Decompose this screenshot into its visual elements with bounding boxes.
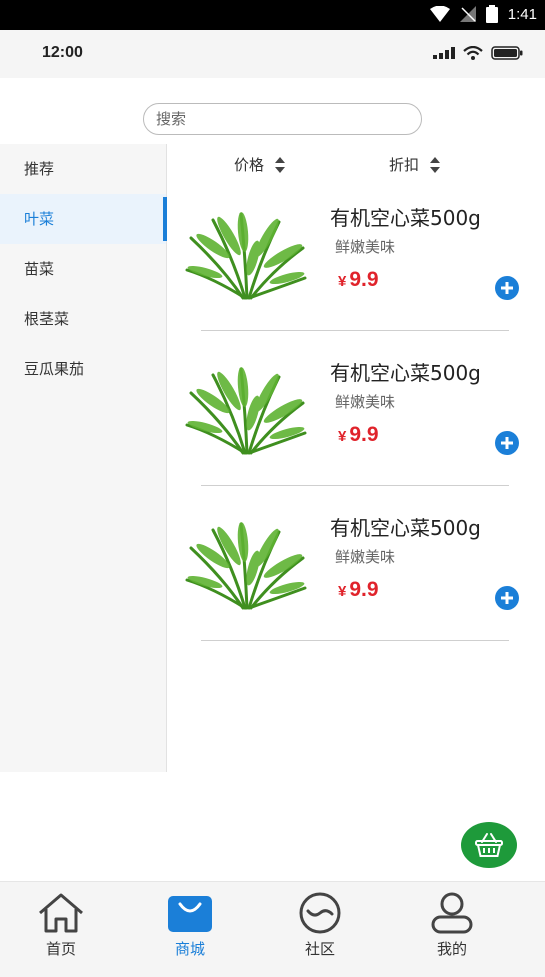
search-input[interactable]: [144, 104, 421, 134]
product-desc: 鲜嫩美味: [335, 238, 396, 256]
price-value: 9.9: [349, 268, 379, 291]
wifi-icon: [429, 6, 450, 22]
sort-bar: 价格 折扣: [167, 144, 545, 186]
add-to-cart-icon[interactable]: [494, 585, 520, 611]
product-desc: 鲜嫩美味: [335, 548, 396, 566]
basket-icon: [475, 833, 503, 857]
sort-price-button[interactable]: 价格: [234, 154, 286, 175]
shopping-bag-icon: [168, 896, 212, 932]
tab-home[interactable]: 首页: [16, 892, 106, 959]
system-time: 1:41: [507, 5, 537, 23]
product-card[interactable]: 有机空心菜500g 鲜嫩美味 ¥9.9: [183, 508, 528, 663]
tab-community[interactable]: 社区: [275, 892, 365, 959]
tab-shop[interactable]: 商城: [145, 892, 235, 959]
product-desc: 鲜嫩美味: [335, 393, 396, 411]
app-status-bar: 12:00: [0, 30, 545, 78]
sort-price-label: 价格: [234, 156, 265, 174]
sidebar-item-leafy[interactable]: 叶菜: [0, 194, 167, 244]
app-status-time: 12:00: [42, 44, 83, 61]
divider: [201, 330, 509, 331]
sidebar-item-sprouts[interactable]: 苗菜: [0, 244, 166, 294]
system-status-bar: 1:41: [0, 0, 545, 30]
home-icon: [39, 893, 83, 933]
product-price: ¥9.9: [338, 268, 379, 292]
add-to-cart-icon[interactable]: [494, 275, 520, 301]
product-price: ¥9.9: [338, 423, 379, 447]
category-sidebar: 推荐 叶菜 苗菜 根茎菜 豆瓜果茄: [0, 144, 167, 772]
divider: [201, 640, 509, 641]
add-to-cart-icon[interactable]: [494, 430, 520, 456]
currency-symbol: ¥: [338, 583, 347, 600]
currency-symbol: ¥: [338, 428, 347, 445]
price-value: 9.9: [349, 423, 379, 446]
community-icon: [299, 892, 341, 934]
search-area: [0, 78, 545, 144]
sidebar-item-label: 叶菜: [24, 210, 55, 228]
divider: [201, 485, 509, 486]
product-name: 有机空心菜500g: [330, 206, 481, 230]
product-image: [185, 212, 307, 300]
search-box[interactable]: [143, 103, 422, 135]
sidebar-item-label: 豆瓜果茄: [24, 360, 85, 378]
wifi-icon: [463, 46, 483, 60]
battery-icon: [491, 46, 523, 60]
tab-label: 商城: [174, 940, 205, 958]
sidebar-item-roots[interactable]: 根茎菜: [0, 294, 166, 344]
sort-arrows-icon: [275, 156, 286, 173]
price-value: 9.9: [349, 578, 379, 601]
sidebar-item-label: 苗菜: [24, 260, 55, 278]
bottom-tab-bar: 首页 商城 社区 我的: [0, 881, 545, 977]
product-image: [185, 367, 307, 455]
tab-label: 社区: [304, 940, 335, 958]
sort-discount-button[interactable]: 折扣: [389, 154, 441, 175]
profile-icon: [431, 892, 473, 934]
cart-button[interactable]: [461, 822, 517, 868]
sidebar-item-recommend[interactable]: 推荐: [0, 144, 166, 194]
product-price: ¥9.9: [338, 578, 379, 602]
product-card[interactable]: 有机空心菜500g 鲜嫩美味 ¥9.9: [183, 353, 528, 508]
tab-label: 首页: [45, 940, 76, 958]
product-card[interactable]: 有机空心菜500g 鲜嫩美味 ¥9.9: [183, 198, 528, 353]
tab-profile[interactable]: 我的: [407, 892, 497, 959]
product-name: 有机空心菜500g: [330, 516, 481, 540]
app-screen: 1:41 12:00 推荐: [0, 0, 545, 977]
sidebar-item-label: 根茎菜: [24, 310, 70, 328]
sidebar-item-beans-gourds[interactable]: 豆瓜果茄: [0, 344, 166, 394]
battery-icon: [485, 5, 498, 23]
no-signal-icon: [459, 6, 476, 22]
product-name: 有机空心菜500g: [330, 361, 481, 385]
tab-label: 我的: [436, 940, 467, 958]
product-image: [185, 522, 307, 610]
sort-arrows-icon: [430, 156, 441, 173]
sort-discount-label: 折扣: [389, 156, 420, 174]
sidebar-item-label: 推荐: [24, 160, 55, 178]
currency-symbol: ¥: [338, 273, 347, 290]
cellular-signal-icon: [433, 47, 455, 59]
